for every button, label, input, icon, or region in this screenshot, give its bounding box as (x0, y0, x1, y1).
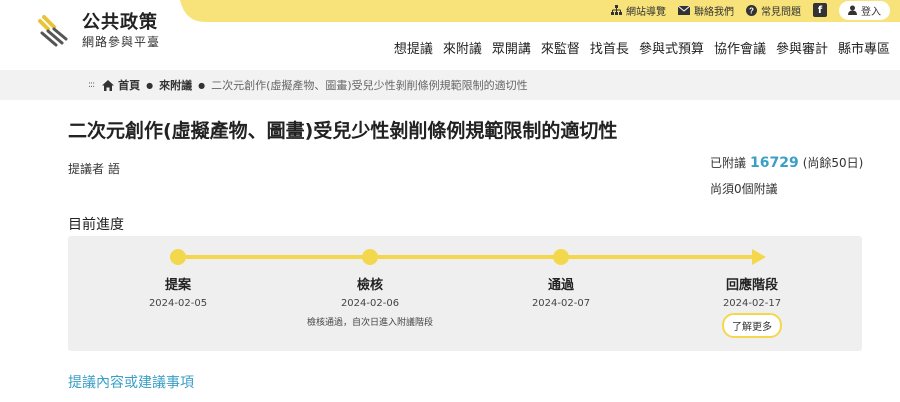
endorse-needed: 尚須0個附議 (710, 182, 778, 196)
site-title: 公共政策 (82, 12, 158, 33)
stage-passed: 通過 2024-02-07 (481, 274, 641, 309)
timeline-arrow-icon (752, 249, 766, 265)
site-subtitle: 網路參與平臺 (82, 35, 161, 49)
sitemap-link[interactable]: 網站導覽 (611, 3, 666, 18)
mail-icon (678, 5, 690, 15)
sitemap-label: 網站導覽 (626, 6, 666, 18)
stage-review: 檢核 2024-02-06 檢核通過，自次日進入附議階段 (290, 274, 450, 328)
stage-dot-propose (170, 249, 186, 265)
svg-text:?: ? (749, 6, 754, 15)
contact-link[interactable]: 聯絡我們 (678, 3, 734, 18)
site-header: 公共政策 網路參與平臺 網站導覽 聯絡我們 ? 常見問題 f 登入 想提議 來附… (0, 0, 900, 70)
site-logo[interactable]: 公共政策 網路參與平臺 (36, 12, 160, 50)
learn-more-button[interactable]: 了解更多 (722, 313, 782, 338)
stage-label: 回應階段 (725, 278, 778, 293)
breadcrumb-separator: ● (198, 80, 206, 90)
logo-hand-icon (38, 15, 68, 47)
breadcrumb-home-label: 首頁 (118, 79, 141, 92)
main-nav: 想提議 來附議 眾開講 來監督 找首長 參與式預算 協作會議 參與審計 縣市專區 (384, 38, 890, 57)
stage-date: 2024-02-17 (722, 298, 782, 309)
nav-item-monitor[interactable]: 來監督 (541, 38, 580, 57)
nav-item-endorse[interactable]: 來附議 (443, 38, 482, 57)
login-label: 登入 (861, 6, 881, 18)
faq-link[interactable]: ? 常見問題 (746, 3, 801, 18)
login-button[interactable]: 登入 (839, 0, 890, 20)
question-icon: ? (746, 4, 757, 16)
breadcrumb-home[interactable]: 首頁 (102, 77, 140, 93)
stage-dot-passed (553, 249, 569, 265)
nav-item-audit[interactable]: 參與審計 (776, 38, 828, 57)
stage-label: 提案 (164, 278, 191, 293)
page-title: 二次元創作(虛擬產物、圖畫)受兒少性剝削條例規範限制的適切性 (68, 120, 618, 142)
breadcrumb-section[interactable]: 來附議 (159, 77, 192, 93)
nav-item-propose[interactable]: 想提議 (394, 38, 433, 57)
sitemap-icon (611, 5, 622, 15)
stage-date: 2024-02-07 (531, 298, 591, 309)
nav-item-collab[interactable]: 協作會議 (714, 38, 766, 57)
endorse-count: 16729 (750, 155, 799, 171)
breadcrumb-separator: ● (146, 80, 154, 90)
endorsement-stats: 已附議 16729 (尚餘50日) 尚須0個附議 (710, 150, 863, 202)
endorse-remaining: (尚餘50日) (802, 156, 864, 170)
stage-date: 2024-02-05 (148, 298, 208, 309)
breadcrumb: ::: 首頁 ● 來附議 ● 二次元創作(虛擬產物、圖畫)受兒少性剝削條例規範限… (0, 70, 900, 100)
breadcrumb-current: 二次元創作(虛擬產物、圖畫)受兒少性剝削條例規範限制的適切性 (211, 79, 528, 92)
stage-label: 通過 (547, 278, 574, 293)
accesskey-dots[interactable]: ::: (88, 80, 95, 90)
nav-item-discuss[interactable]: 眾開講 (492, 38, 531, 57)
home-icon (102, 79, 115, 91)
stage-dot-review (362, 249, 378, 265)
user-icon (848, 5, 857, 15)
nav-item-leaders[interactable]: 找首長 (590, 38, 629, 57)
stage-note: 檢核通過，自次日進入附議階段 (306, 318, 433, 328)
endorse-prefix: 已附議 (710, 156, 747, 170)
stage-label: 檢核 (356, 278, 383, 293)
nav-item-counties[interactable]: 縣市專區 (838, 38, 890, 57)
contact-label: 聯絡我們 (694, 6, 734, 18)
progress-timeline: 提案 2024-02-05 檢核 2024-02-06 檢核通過，自次日進入附議… (68, 236, 862, 351)
stage-response: 回應階段 2024-02-17 了解更多 (672, 274, 832, 338)
stage-date: 2024-02-06 (340, 298, 400, 309)
proposer-name: 提議者 語 (68, 162, 120, 176)
nav-item-budget[interactable]: 參與式預算 (639, 38, 704, 57)
timeline-track (178, 255, 758, 259)
facebook-icon[interactable]: f (813, 3, 827, 17)
faq-label: 常見問題 (761, 6, 801, 18)
utility-bar: 網站導覽 聯絡我們 ? 常見問題 f 登入 (599, 0, 900, 20)
endorsement-count-line: 已附議 16729 (尚餘50日) (710, 150, 863, 176)
proposal-content-heading: 提議內容或建議事項 (68, 375, 194, 391)
stage-propose: 提案 2024-02-05 (98, 274, 258, 309)
progress-heading: 目前進度 (68, 217, 124, 233)
